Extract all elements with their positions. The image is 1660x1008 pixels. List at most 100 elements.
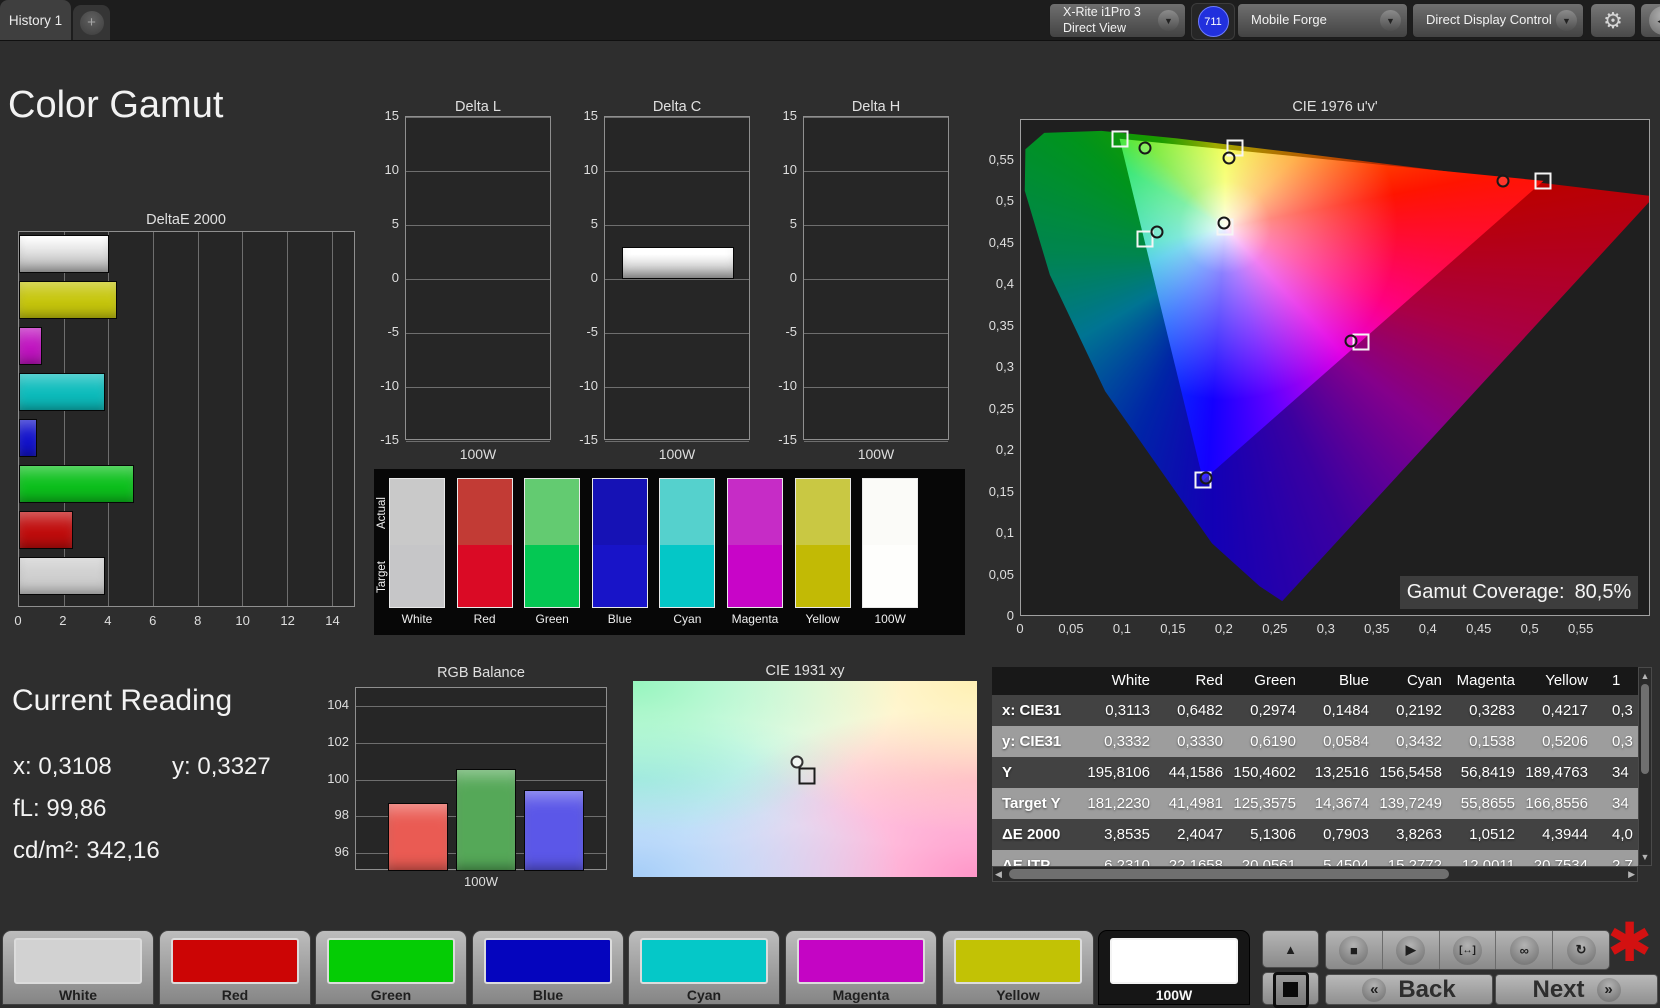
workflow-status-indicator	[1416, 8, 1420, 33]
chevron-down-icon: ▼	[1556, 10, 1577, 31]
axis-tick-label: 6	[143, 613, 163, 628]
axis-tick-label: 0,2	[974, 442, 1014, 457]
next-button[interactable]: Next »	[1495, 974, 1658, 1005]
calman-asterisk-icon[interactable]: ✱	[1607, 916, 1652, 970]
table-cell-partial: 34	[1598, 757, 1638, 788]
scroll-thumb[interactable]	[1641, 684, 1649, 774]
target-swatch	[525, 545, 579, 607]
pattern-button-100w[interactable]: 100W	[1098, 930, 1250, 1005]
play-button[interactable]: ▶	[1382, 931, 1439, 969]
collapse-panel-button[interactable]: ◀	[1640, 3, 1660, 38]
measurement-table: WhiteRedGreenBlueCyanMagentaYellow1x: CI…	[992, 667, 1638, 866]
current-reading-title: Current Reading	[12, 684, 232, 718]
table-cell: 20,0561	[1233, 850, 1306, 866]
swatch-column-magenta	[727, 478, 783, 608]
axis-tick-label: 5	[363, 216, 399, 231]
scroll-left-icon[interactable]: ◀	[995, 867, 1002, 881]
pattern-button-cyan[interactable]: Cyan	[628, 930, 780, 1005]
pattern-button-white[interactable]: White	[2, 930, 154, 1005]
table-corner-cell	[992, 667, 1087, 695]
table-row-label: Target Y	[992, 788, 1087, 819]
table-cell: 0,5206	[1525, 726, 1598, 757]
axis-tick-label: 14	[323, 613, 343, 628]
axis-tick-label: -10	[363, 378, 399, 393]
workflow-select[interactable]: Direct Display Control ▼	[1412, 3, 1584, 38]
table-row: Target Y181,223041,4981125,357514,367413…	[992, 788, 1638, 819]
scroll-up-icon[interactable]: ▲	[1639, 669, 1651, 683]
pattern-button-yellow[interactable]: Yellow	[942, 930, 1094, 1005]
axis-tick-label: 0,45	[974, 235, 1014, 250]
table-cell: 5,1306	[1233, 819, 1306, 850]
table-cell: 0,3330	[1160, 726, 1233, 757]
table-cell: 189,4763	[1525, 757, 1598, 788]
table-horizontal-scrollbar[interactable]: ◀ ▶	[992, 866, 1638, 882]
cie1976-diagram	[1020, 119, 1650, 616]
target-marker-red	[1535, 172, 1552, 189]
meter-count-badge[interactable]: 711	[1191, 3, 1235, 40]
table-row-label: ΔE ITP	[992, 850, 1087, 866]
table-cell: 5,4504	[1306, 850, 1379, 866]
axis-tick-label: 0	[1000, 621, 1040, 636]
pattern-swatch	[954, 938, 1082, 984]
gridline	[605, 279, 749, 280]
gridline	[153, 232, 154, 606]
pattern-swatch	[797, 938, 925, 984]
gridline	[605, 441, 749, 442]
pattern-window-up-button[interactable]: ▲	[1262, 930, 1319, 968]
tab-history-1[interactable]: History 1	[0, 0, 71, 40]
swatch-label: 100W	[862, 612, 918, 626]
chevron-down-icon: ▼	[1380, 10, 1401, 31]
swatch-label: Green	[524, 612, 580, 626]
cie1931-measured-marker	[791, 755, 804, 768]
delta-bar	[622, 247, 734, 279]
axis-tick-label: 0,3	[1306, 621, 1346, 636]
gamut-coverage-readout: Gamut Coverage: 80,5%	[1400, 576, 1638, 609]
gridline	[804, 117, 948, 118]
scroll-right-icon[interactable]: ▶	[1628, 867, 1635, 881]
settings-button[interactable]: ⚙	[1590, 3, 1636, 38]
add-tab-button[interactable]: +	[73, 5, 110, 40]
axis-tick-label: 0,1	[1102, 621, 1142, 636]
target-swatch	[863, 545, 917, 607]
table-vertical-scrollbar[interactable]: ▲ ▼	[1638, 667, 1652, 866]
table-row: x: CIE310,31130,64820,29740,14840,21920,…	[992, 695, 1638, 726]
table-cell-partial: 2,7	[1598, 850, 1638, 866]
pattern-size-button[interactable]: [↔]	[1439, 931, 1496, 969]
pattern-label: 100W	[1099, 987, 1249, 1003]
pattern-button-red[interactable]: Red	[159, 930, 311, 1005]
axis-tick-label: 0,35	[974, 318, 1014, 333]
pattern-label: Yellow	[943, 987, 1093, 1003]
stop-button[interactable]: ■	[1326, 931, 1382, 969]
axis-tick-label: 0	[8, 613, 28, 628]
table-cell: 15,2772	[1379, 850, 1452, 866]
axis-tick-label: 10	[761, 162, 797, 177]
swatch-column-blue	[592, 478, 648, 608]
reading-cdm2: cd/m²: 342,16	[13, 837, 160, 865]
delta-chart-title: Delta H	[803, 99, 949, 115]
pattern-button-green[interactable]: Green	[315, 930, 467, 1005]
table-cell: 44,1586	[1160, 757, 1233, 788]
source-select[interactable]: Mobile Forge ▼	[1237, 3, 1408, 38]
table-column-header: Cyan	[1379, 667, 1452, 695]
actual-swatch	[863, 479, 917, 545]
meter-select[interactable]: X-Rite i1Pro 3Direct View ▼	[1049, 3, 1186, 38]
continuous-read-button[interactable]: ∞	[1495, 931, 1552, 969]
table-cell: 3,8263	[1379, 819, 1452, 850]
table-cell: 0,6482	[1160, 695, 1233, 726]
pattern-window-button[interactable]	[1262, 972, 1319, 1005]
scroll-thumb[interactable]	[1009, 869, 1449, 879]
source-name: Mobile Forge	[1251, 12, 1327, 28]
deltae-chart	[18, 231, 355, 607]
pattern-button-magenta[interactable]: Magenta	[785, 930, 937, 1005]
rgb-bar-green	[456, 769, 516, 871]
scroll-down-icon[interactable]: ▼	[1639, 850, 1651, 864]
delta-chart-title: Delta L	[405, 99, 551, 115]
swatch-label: Magenta	[727, 612, 783, 626]
table-cell: 0,2192	[1379, 695, 1452, 726]
back-button[interactable]: « Back	[1325, 974, 1493, 1005]
refresh-button[interactable]: ↻	[1552, 931, 1609, 969]
actual-swatch	[390, 479, 444, 545]
measured-marker-white	[1218, 217, 1231, 230]
gridline	[406, 441, 550, 442]
pattern-button-blue[interactable]: Blue	[472, 930, 624, 1005]
